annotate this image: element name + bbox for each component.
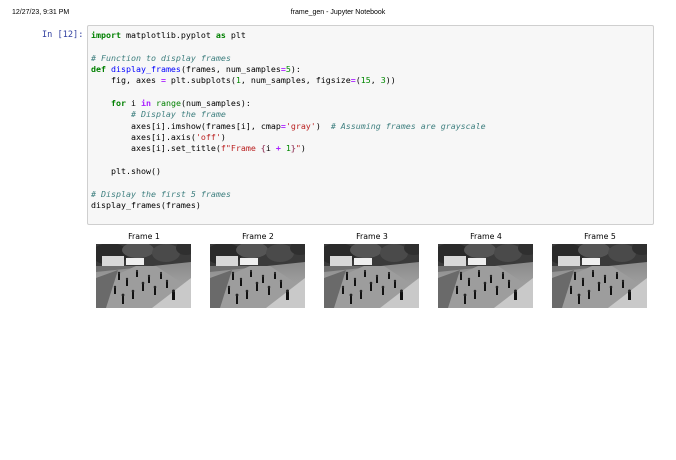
frame-panel: Frame 1: [96, 231, 192, 308]
code-token: 'off': [195, 132, 221, 143]
code-token: in: [140, 98, 151, 109]
code-token: display_frames: [106, 64, 181, 75]
code-token: .show(): [125, 166, 161, 177]
code-token: i: [265, 143, 276, 154]
code-token: import: [91, 30, 121, 40]
frame-panel: Frame 4: [438, 231, 534, 308]
frame-title: Frame 4: [470, 232, 502, 241]
code-token: for: [110, 98, 126, 109]
code-token: plt: [225, 30, 246, 40]
frame-title: Frame 3: [356, 232, 388, 241]
code-token: (num_samples):: [180, 98, 251, 109]
frame-image: [552, 244, 647, 308]
code-token: .axis(: [165, 132, 196, 143]
code-token: plt: [165, 75, 186, 86]
code-token: axes[i]: [91, 132, 166, 143]
code-token: plt: [91, 166, 126, 177]
code-token: )): [385, 75, 396, 86]
frame-image: [210, 244, 305, 308]
frame-panel: Frame 5: [552, 231, 648, 308]
code-token: axes[i]: [91, 120, 166, 131]
code-token: (frames, num_samples: [180, 64, 281, 75]
code-token: axes[i]: [91, 143, 166, 154]
code-token: ):: [290, 64, 301, 75]
code-token: def: [91, 64, 106, 75]
code-token: i: [125, 98, 141, 109]
cell-output: Frame 1 Frame 2 Frame 3 Frame 4 Frame 5: [90, 231, 660, 311]
cell-prompt: In [12]:: [42, 30, 84, 40]
code-token: f"Frame: [220, 143, 261, 154]
code-token: range: [155, 98, 181, 109]
frame-image: [324, 244, 419, 308]
code-comment: # Display the frame: [130, 109, 226, 120]
code-token: fig, axes: [91, 75, 161, 86]
code-token: as: [215, 30, 226, 40]
frame-panel: Frame 2: [210, 231, 306, 308]
code-token: .subplots(: [185, 75, 236, 86]
page-title: frame_gen - Jupyter Notebook: [290, 9, 386, 16]
code-token: ): [315, 120, 331, 131]
frame-title: Frame 1: [128, 232, 160, 241]
code-token: 'gray': [285, 120, 316, 131]
code-token: ): [300, 143, 306, 154]
code-cell[interactable]: import matplotlib.pyplot as plt # Functi…: [87, 25, 654, 225]
code-token: matplotlib.pyplot: [120, 30, 216, 40]
code-editor[interactable]: import matplotlib.pyplot as plt # Functi…: [91, 30, 486, 212]
code-comment: # Display the first 5 frames: [91, 188, 231, 199]
code-token: 15: [360, 75, 371, 86]
code-comment: # Assuming frames are grayscale: [330, 120, 486, 131]
code-token: ): [220, 132, 226, 143]
code-comment: # Function to display frames: [91, 52, 231, 63]
frame-title: Frame 5: [584, 232, 616, 241]
frame-title: Frame 2: [242, 232, 274, 241]
frame-image: [96, 244, 191, 308]
frame-panel: Frame 3: [324, 231, 420, 308]
code-token: .imshow(frames[i], cmap: [165, 120, 281, 131]
code-token: , num_samples, figsize: [240, 75, 351, 86]
code-token: ,: [370, 75, 381, 86]
frame-image: [438, 244, 533, 308]
code-token: display_frames(frames): [91, 200, 201, 211]
code-token: .set_title(: [165, 143, 221, 154]
